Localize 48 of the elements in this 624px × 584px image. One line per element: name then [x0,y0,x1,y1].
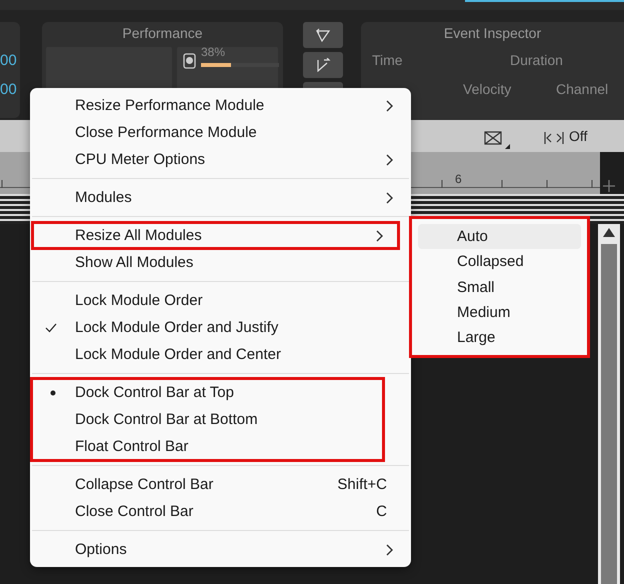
up-arrow-icon[interactable] [603,228,615,237]
menu-item[interactable]: Dock Control Bar at Bottom [32,406,383,433]
field-label: Duration [510,52,563,68]
menu-item[interactable]: Resize Performance Module [32,92,409,119]
menu-item[interactable]: Show All Modules [32,249,409,276]
chevron-right-icon [385,192,393,204]
menu-item[interactable]: Options [32,536,409,563]
snap-label[interactable]: Off [569,128,588,144]
scrollbar[interactable] [598,224,620,584]
scroll-thumb[interactable] [601,244,617,584]
field-label: Channel [556,81,608,97]
plus-icon[interactable] [603,180,615,192]
field-label: Time [372,52,403,68]
submenu-item[interactable]: Small [418,274,581,300]
submenu-item[interactable]: Collapsed [418,249,581,274]
chevron-right-icon [385,154,393,166]
shortcut-text: Shift+C [337,476,387,493]
submenu-item[interactable]: Auto [418,224,581,250]
menu-item[interactable]: Modules [32,184,409,211]
submenu-item[interactable]: Large [418,324,581,350]
toolbar-button[interactable] [303,22,343,48]
menu-item[interactable]: Lock Module Order and Center [32,341,409,368]
menu-item[interactable]: Float Control Bar [32,433,383,460]
panel-title: Performance [121,25,204,41]
menu-item[interactable]: Close Control Bar C [32,498,409,525]
cpu-reading: 38% [201,45,226,59]
triangle-arrow-icon [315,58,331,72]
menu-item[interactable]: CPU Meter Options [32,146,409,173]
chevron-right-icon [385,100,393,112]
menu-item[interactable]: Resize All Modules [32,222,399,249]
shortcut-text: C [376,503,387,520]
bowtie-icon[interactable] [483,130,511,150]
panel-title: Event Inspector [442,25,542,41]
triangle-arrow-icon [315,28,331,42]
field-label: Velocity [463,81,512,97]
menu-item[interactable]: Collapse Control Bar Shift+C [32,471,409,498]
chevron-right-icon [385,544,393,556]
submenu-item[interactable]: Medium [418,300,581,325]
bar-number: 6 [455,172,462,186]
value-text: 00 [0,52,17,69]
menu-item[interactable]: Dock Control Bar at Top [32,379,383,406]
chevron-right-icon [375,230,383,242]
snap-icon[interactable] [544,131,564,145]
menu-item[interactable]: Lock Module Order [32,287,409,314]
value-text: 00 [0,81,17,98]
menu-item[interactable]: Close Performance Module [32,119,409,146]
toolbar-button[interactable] [303,52,343,78]
menu-item[interactable]: Lock Module Order and Justify [32,314,409,341]
